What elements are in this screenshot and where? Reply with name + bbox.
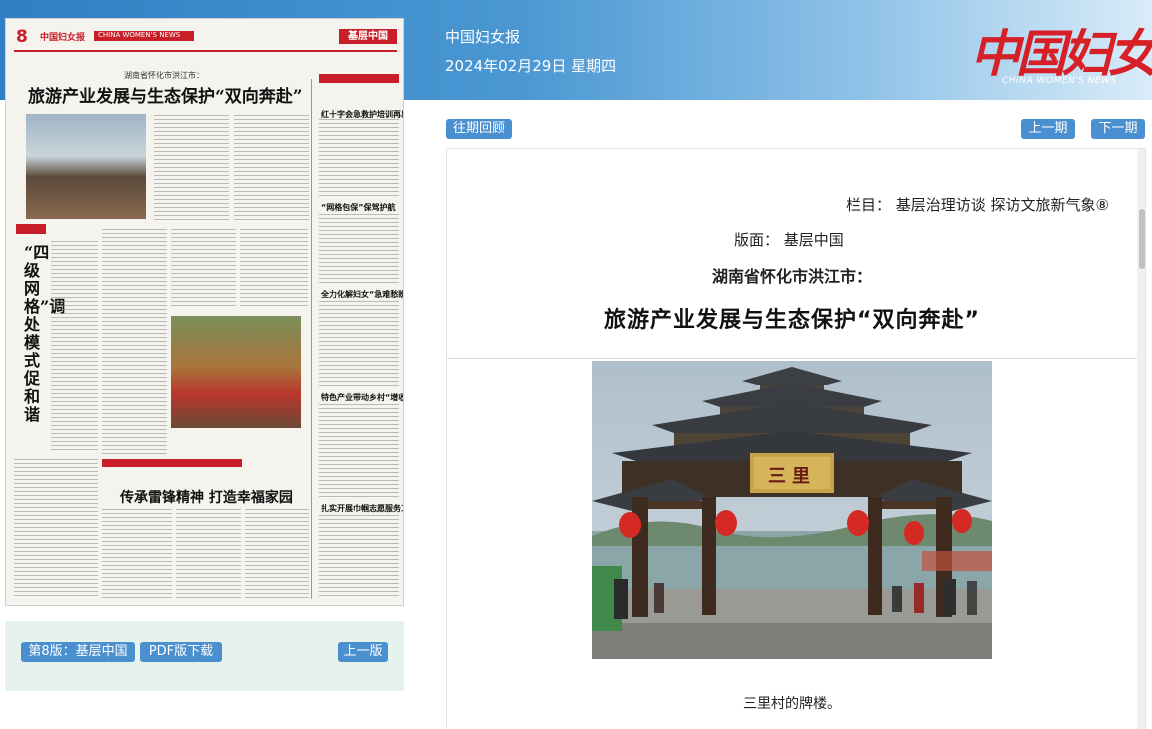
- issue-date: 2024年02月29日 星期四: [445, 57, 617, 75]
- paper-name: 中国妇女报: [445, 28, 521, 46]
- thumb-page-number: 8: [16, 27, 28, 47]
- thumb-text-block: [171, 229, 236, 309]
- thumb-side-band: [319, 74, 399, 83]
- thumb-text-block: [245, 509, 309, 599]
- article-page: 版面： 基层中国: [734, 231, 844, 249]
- article-panel: 栏目： 基层治理访谈 探访文旅新气象⑧ 版面： 基层中国 湖南省怀化市洪江市： …: [446, 148, 1146, 729]
- thumb-side-headline[interactable]: 全力化解妇女“急难愁盼”: [321, 289, 403, 300]
- scrollbar-thumb[interactable]: [1139, 209, 1145, 269]
- thumb-logo: 中国妇女报: [40, 33, 86, 43]
- thumb-kicker: 湖南省怀化市洪江市：: [124, 71, 204, 80]
- article-column: 栏目： 基层治理访谈 探访文旅新气象⑧: [846, 196, 1109, 214]
- thumb-en-label: CHINA WOMEN'S NEWS: [98, 31, 181, 39]
- prev-issue-button[interactable]: 上一期: [1021, 119, 1075, 139]
- newspaper-logo[interactable]: 中国妇女报 CHINA WOMEN'S NEWS: [970, 14, 1152, 90]
- thumb-text-block: [319, 119, 399, 197]
- thumb-text-block: [102, 229, 167, 454]
- article-title: 旅游产业发展与生态保护“双向奔赴”: [604, 308, 980, 333]
- thumb-column-divider: [311, 79, 312, 599]
- thumb-festival-photo: [171, 316, 301, 428]
- thumb-gate-photo: [26, 114, 146, 219]
- thumb-text-block: [234, 115, 309, 220]
- thumb-side-headline[interactable]: “网格包保”保驾护航: [321, 202, 396, 213]
- thumb-text-block: [102, 509, 172, 599]
- thumb-text-block: [51, 241, 98, 451]
- pdf-download-button[interactable]: PDF版下载: [140, 642, 222, 662]
- article-subtitle: 湖南省怀化市洪江市：: [711, 267, 872, 286]
- thumb-vertical-title[interactable]: “四级网格”调处模式促和谐: [24, 244, 65, 424]
- archive-button[interactable]: 往期回顾: [446, 119, 512, 139]
- page-thumbnail[interactable]: 8 中国妇女报 CHINA WOMEN'S NEWS 基层中国 湖南省怀化市洪江…: [5, 18, 404, 606]
- thumb-text-block: [176, 509, 241, 599]
- thumb-text-block: [319, 515, 399, 599]
- thumb-red-band: [102, 459, 242, 467]
- thumb-text-block: [319, 301, 399, 387]
- page-controls-bar: 第8版：基层中国 PDF版下载 上一版: [5, 621, 404, 691]
- thumb-side-headline[interactable]: 特色产业带动乡村“增收通”: [321, 392, 403, 403]
- thumb-text-block: [319, 404, 399, 498]
- next-issue-button[interactable]: 下一期: [1091, 119, 1145, 139]
- thumb-headline[interactable]: 旅游产业发展与生态保护“双向奔赴”: [28, 82, 303, 107]
- thumb-text-block: [154, 115, 229, 220]
- current-page-button[interactable]: 第8版：基层中国: [21, 642, 135, 662]
- thumb-headline-2[interactable]: 传承雷锋精神 打造幸福家园: [120, 487, 293, 507]
- prev-page-button[interactable]: 上一版: [338, 642, 388, 662]
- photo-caption: 三里村的牌楼。: [743, 696, 841, 712]
- thumb-text-block: [319, 214, 399, 284]
- thumb-red-label: [16, 224, 46, 234]
- thumb-text-block: [240, 229, 308, 309]
- thumb-side-headline[interactable]: 扎实开展巾帼志愿服务工作: [321, 503, 403, 514]
- page-preview-panel: 8 中国妇女报 CHINA WOMEN'S NEWS 基层中国 湖南省怀化市洪江…: [5, 18, 404, 691]
- gate-sign-text: 三里: [768, 466, 816, 487]
- thumb-section-label: 基层中国: [339, 29, 397, 44]
- logo-english: CHINA WOMEN'S NEWS: [1002, 76, 1117, 86]
- article-scrollbar[interactable]: [1137, 149, 1145, 729]
- thumb-text-block: [14, 459, 98, 599]
- article-photo[interactable]: 三里: [592, 361, 992, 659]
- gate-illustration: [592, 361, 992, 659]
- thumb-rule: [14, 50, 397, 52]
- title-divider: [447, 358, 1139, 359]
